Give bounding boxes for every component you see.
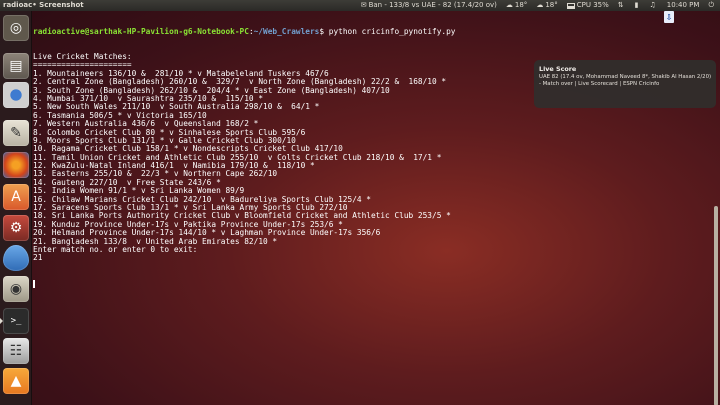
indicator-cpu[interactable]: CPU 35% [566,0,609,11]
weather-icon: ☁ [536,1,544,9]
indicator-weather-2-text: 18° [545,1,558,9]
text-cursor [33,279,35,288]
speaker-icon: ◉ [9,281,23,297]
network-icon: ⇅ [617,1,624,9]
terminal-prompt-line: radioactive@sarthak-HP-Pavilion-g6-Noteb… [33,26,456,36]
indicator-weather-1-text: 18° [514,1,528,9]
launcher-droplet[interactable] [3,245,29,271]
power-icon: ⏻ [708,1,714,9]
indicator-network[interactable]: ⇅ [618,0,626,11]
vlc-icon: ▲ [10,373,22,389]
launcher: ◎ ▤ ✎ A ⚙ ◉ >_ ☷ ▲ [0,11,32,405]
terminal-cursor-line [33,279,711,288]
prompt-user: radioactive@sarthak-HP-Pavilion-g6-Noteb… [33,26,249,36]
indicator-cpu-text: CPU 35% [576,1,609,9]
indicator-volume[interactable]: ♫ [650,0,658,11]
launcher-home[interactable]: ◎ [3,15,29,41]
active-window-title: radioac• Screenshot [3,1,84,9]
launcher-terminal[interactable]: >_ [3,308,29,334]
clock-text: 10:40 PM [666,1,700,9]
launcher-speaker[interactable]: ◉ [3,276,29,302]
indicator-battery[interactable]: ▮ [635,0,641,11]
launcher-remote-desktop[interactable]: ☷ [3,338,29,364]
indicator-power[interactable]: ⏻ [708,0,716,11]
terminal-line: 21 [33,253,43,263]
indicator-chat[interactable]: ✉ Ban - 133/8 vs UAE - 82 (17.4/20 ov) [361,0,497,11]
launcher-chrome[interactable] [3,82,29,108]
ubuntu-logo-icon: ◎ [9,20,23,36]
indicator-chat-text: Ban - 133/8 vs UAE - 82 (17.4/20 ov) [368,1,497,9]
scrollbar-thumb[interactable] [714,206,718,405]
settings-icon: ⚙ [9,220,23,236]
indicator-weather-1[interactable]: ☁ 18° [506,0,527,11]
volume-icon: ♫ [649,1,656,9]
launcher-text-editor[interactable]: ✎ [3,120,29,146]
battery-icon: ▮ [634,1,639,9]
top-panel: radioac• Screenshot ✉ Ban - 133/8 vs UAE… [0,0,720,11]
launcher-firefox[interactable] [3,152,29,178]
launcher-settings[interactable]: ⚙ [3,215,29,241]
remote-desktop-icon: ☷ [9,343,23,359]
notification-title: Live Score [539,65,577,73]
software-center-icon: A [11,189,21,205]
indicator-clock[interactable]: 10:40 PM [667,0,700,11]
weather-icon: ☁ [505,1,513,9]
download-arrow-icon[interactable]: ⇩ [664,11,674,23]
terminal-line: Enter match no. or enter 0 to exit: [33,245,198,254]
indicator-weather-2[interactable]: ☁ 18° [536,0,557,11]
prompt-path: ~/Web_Crawlers [253,26,320,36]
notification-body: UAE 82 (17.4 ov, Mohammad Naveed 8*, Sha… [539,74,712,88]
launcher-vlc[interactable]: ▲ [3,368,29,394]
chat-icon: ✉ [360,1,367,9]
files-icon: ▤ [9,58,23,74]
prompt-command: $ python cricinfo_pynotify.py [319,26,456,36]
launcher-software-center[interactable]: A [3,184,29,210]
notification-bubble: Live Score UAE 82 (17.4 ov, Mohammad Nav… [534,60,716,108]
cpu-icon [566,2,575,9]
text-editor-icon: ✎ [10,125,22,141]
terminal-icon: >_ [10,316,22,326]
launcher-files[interactable]: ▤ [3,53,29,79]
